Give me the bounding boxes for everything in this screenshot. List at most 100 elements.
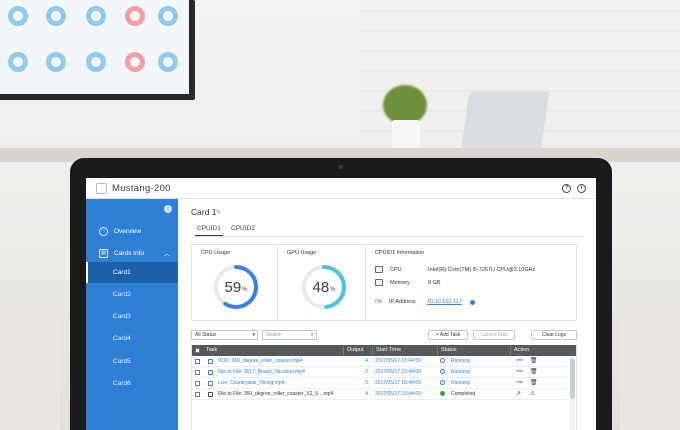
task-name[interactable]: File to File: 360_degree_roller_coaster_… [218,389,342,400]
sidebar-item-overview[interactable]: ◔ Overview [86,221,178,242]
app-logo-icon [96,182,107,194]
sidebar-item-label: Cards Info [114,250,144,257]
view-icon[interactable]: 👓 [516,379,523,386]
info-icon[interactable]: i [577,183,586,193]
sidebar: ‹ ◔ Overview ▤ Cards Info ︿ Card1 Card2 … [86,199,178,430]
gpu-usage-panel: GPU Usage 48% [278,245,366,320]
webcam [339,165,343,169]
ip-address-link[interactable]: 10.10.102.117 [427,299,462,305]
start-time: 2017/05/17 15:44:09 [375,380,421,386]
background-chair-left [0,300,60,430]
table-header: Task Output Start Time Status Action [192,345,576,356]
chevron-up-icon: ︿ [163,252,170,258]
app-header: Mustang-200 ? i [86,178,596,199]
tab-divider [191,236,583,237]
cpuid-info-panel: CPUID1 Information CPU Intel(R) Core(TM)… [366,245,576,320]
gpu-usage-value: 48 [312,278,330,296]
sidebar-item-cards-info[interactable]: ▤ Cards Info ︿ [86,243,178,264]
row-checkbox[interactable] [195,392,200,397]
usage-info-panel: CPU Usage 59% GPU Usage 48 % CPUID1 Info… [191,244,577,321]
sidebar-item-card4[interactable]: Card4 [86,328,178,349]
file-icon [208,370,213,375]
ip-percent-label: 0% [375,299,383,305]
app-title: Mustang-200 [112,182,171,194]
help-icon[interactable]: ? [562,183,571,193]
row-checkbox[interactable] [195,370,200,375]
clear-logs-button[interactable]: Clear Logs [531,330,577,340]
background-plant-pot [392,120,420,150]
delete-icon[interactable]: 🗑 [530,379,538,386]
status-filter-select[interactable]: All Status ▾ [191,330,258,340]
status-text: Running [451,369,470,375]
sidebar-item-card2[interactable]: Card2 [86,284,178,305]
output-count[interactable]: 4 [362,356,368,367]
task-table: Task Output Start Time Status Action VOD… [191,345,577,430]
task-name[interactable]: File to File: 2017_Beach_Vacation.mp4 [218,367,342,378]
cpu-usage-value: 59 [224,278,242,296]
page-title: Card 1 [191,207,217,217]
add-task-button[interactable]: + Add Task [428,330,468,340]
column-status: Status [437,345,457,356]
delete-icon[interactable]: 🗑 [530,368,538,375]
cpu-usage-label: CPU Usage [201,250,231,256]
vod-icon [208,359,213,364]
cancel-task-button[interactable]: Cancel Task [473,330,515,340]
cpu-value: Intel(R) Core(TM) i5-7267U CPU@3.10GHz [428,266,536,273]
delete-icon[interactable]: 🗑 [530,357,538,364]
status-text: Running [451,380,470,386]
gpu-usage-label: GPU Usage [287,250,317,256]
row-checkbox[interactable] [195,381,200,386]
background-wall-monitor [0,0,195,100]
memory-spec-row: Memory 8 GB [375,279,441,286]
output-count[interactable]: 2 [362,367,368,378]
view-icon[interactable]: 👓 [516,368,523,375]
task-toolbar: All Status ▾ Search ⌕ + Add Task Cancel … [191,330,577,340]
background-laptop [460,92,550,152]
app-screen: Mustang-200 ? i ‹ ◔ Overview ▤ Cards Inf… [86,178,596,430]
sidebar-item-label: Overview [114,228,142,235]
ip-info-icon[interactable] [469,299,475,305]
card-icon: ▤ [99,249,108,258]
view-icon[interactable]: 👓 [516,357,523,364]
file-icon [208,392,213,397]
dashboard-icon: ◔ [99,227,108,236]
row-checkbox[interactable] [195,359,200,364]
tab-cpuid2[interactable]: CPUID2 [229,225,257,232]
table-row[interactable]: VOD: 360_degree_roller_coaster.mp4 4 201… [192,356,568,367]
table-row[interactable]: File to File: 2017_Beach_Vacation.mp4 2 … [192,367,568,378]
edit-icon[interactable]: ✎ [216,209,221,216]
sidebar-item-card3[interactable]: Card3 [86,306,178,327]
output-count[interactable]: 4 [362,389,368,400]
cpu-usage-gauge: 59% [212,263,260,311]
column-output: Output [343,345,364,356]
start-time: 2017/05/17 15:44:09 [375,358,421,364]
background-plant [383,85,427,125]
sidebar-item-card1[interactable]: Card1 [86,262,178,283]
sidebar-item-card6[interactable]: Card6 [86,373,178,394]
table-row[interactable]: Live: Countryside_Hiking.mp4 5 2017/05/1… [192,378,568,389]
table-scrollbar[interactable] [570,356,575,430]
cpu-usage-panel: CPU Usage 59% [192,245,278,320]
column-start-time: Start Time [372,345,401,356]
task-name[interactable]: VOD: 360_degree_roller_coaster.mp4 [218,356,342,367]
ip-spec-row: 0% IP Address 10.10.102.117 [375,299,475,305]
select-all-checkbox[interactable] [195,348,200,353]
output-count[interactable]: 5 [362,378,368,389]
search-icon[interactable]: ⌕ [311,331,314,339]
cpu-spec-row: CPU Intel(R) Core(TM) i5-7267U CPU@3.10G… [375,266,535,273]
status-text: Running [451,358,470,364]
open-output-icon[interactable]: ↗ [516,390,521,397]
warning-icon[interactable]: ⚠ [530,390,535,397]
collapse-sidebar-icon[interactable]: ‹ [164,205,172,213]
sidebar-item-card5[interactable]: Card5 [86,351,178,372]
column-task: Task [206,347,218,353]
search-input[interactable]: Search ⌕ [262,330,317,340]
table-row[interactable]: File to File: 360_degree_roller_coaster_… [192,389,568,400]
gpu-usage-gauge: 48% [300,263,348,311]
background-chair-right [620,300,680,430]
memory-value: 8 GB [428,279,441,286]
cpuid-info-label: CPUID1 Information [375,250,425,256]
task-name[interactable]: Live: Countryside_Hiking.mp4 [218,378,342,389]
start-time: 2017/05/17 15:44:09 [375,369,421,375]
scrollbar-thumb[interactable] [570,359,575,399]
